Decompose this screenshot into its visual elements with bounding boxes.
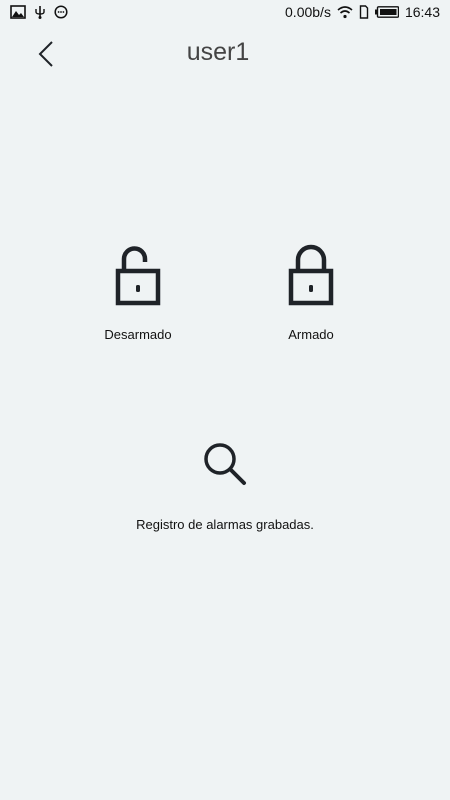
arm-label: Armado [288,327,334,342]
unlocked-padlock-icon [114,244,162,313]
arm-button[interactable]: Armado [261,244,361,342]
search-icon [201,440,249,495]
clock: 16:43 [404,4,440,20]
battery-icon [374,6,399,18]
status-bar-right: 0.00b/s 16:43 [285,4,440,20]
alarm-records-label: Registro de alarmas grabadas. [136,517,314,532]
page-title: user1 [186,38,250,66]
usb-icon [34,5,46,19]
sim-icon [359,5,369,19]
disarm-label: Desarmado [104,327,172,342]
status-bar: 0.00b/s 16:43 [0,0,450,26]
disarm-button[interactable]: Desarmado [88,244,188,342]
image-icon [10,5,26,19]
chat-icon [54,5,68,19]
alarm-records-button[interactable]: Registro de alarmas grabadas. [100,440,350,532]
status-bar-left [10,5,68,19]
locked-padlock-icon [287,244,335,313]
network-speed: 0.00b/s [285,4,331,20]
wifi-icon [337,5,353,19]
